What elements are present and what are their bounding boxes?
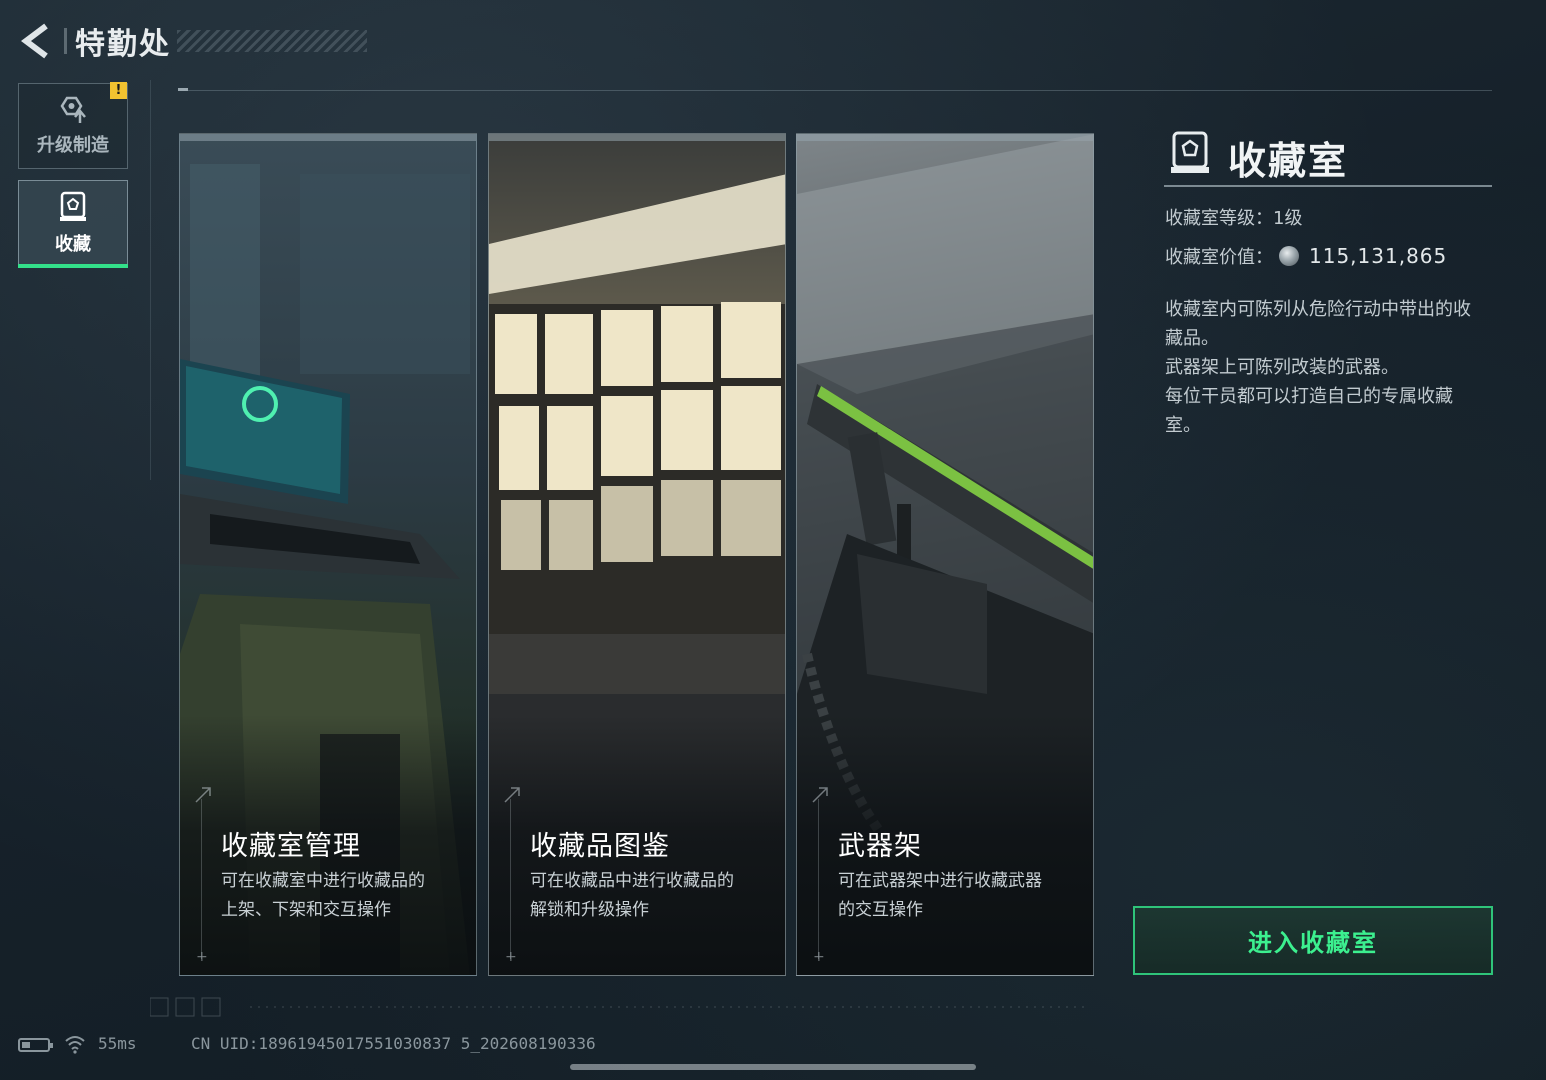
bottom-decoration [150,997,1090,1017]
card-collection-room-management[interactable]: 收藏室管理 可在收藏室中进行收藏品的 上架、下架和交互操作 + [179,133,477,976]
home-indicator[interactable] [570,1064,976,1070]
battery-level [22,1042,30,1048]
card-accent-line [510,799,511,959]
back-arrow-icon[interactable] [18,21,52,61]
sidebar-selected-indicator [18,264,128,268]
plus-icon: + [505,949,517,965]
ping-readout: 55ms [98,1034,137,1053]
header: 特勤处 [18,18,367,64]
expand-corner-icon [812,787,828,803]
enter-collection-room-button[interactable]: 进入收藏室 [1133,906,1493,975]
battery-icon [18,1038,53,1052]
card-accent-line [818,799,819,959]
currency-coin-icon [1279,246,1299,266]
wifi-icon [65,1036,85,1054]
plus-icon: + [196,949,208,965]
alert-badge: ! [110,82,127,99]
collection-level: 收藏室等级：1级 [1165,208,1303,229]
collection-value-row: 收藏室价值： 115,131,865 [1165,243,1447,269]
header-separator [64,28,67,54]
collection-room-icon [1171,131,1209,173]
card-description: 可在收藏品中进行收藏品的 解锁和升级操作 [530,871,734,920]
top-divider [178,90,1492,91]
card-title: 武器架 [838,831,922,862]
panel-title: 收藏室 [1228,139,1349,183]
plus-icon: + [813,949,825,965]
card-accent-line [201,799,202,959]
description-line: 收藏室内可陈列从危险行动中带出的收藏品。 [1165,299,1471,349]
description-line: 武器架上可陈列改装的武器。 [1165,357,1399,378]
expand-corner-icon [195,787,211,803]
collection-room-icon [60,191,86,221]
uid-readout: CN UID:18961945017551030837 5_2026081903… [191,1034,596,1053]
card-title: 收藏室管理 [221,831,361,862]
upgrade-craft-icon [60,96,86,123]
sidebar-item-label: 升级制造 [37,135,109,156]
collection-value: 115,131,865 [1309,244,1448,268]
card-title: 收藏品图鉴 [530,831,670,862]
sidebar-item-label: 收藏 [55,234,91,255]
card-collectible-catalog[interactable]: 收藏品图鉴 可在收藏品中进行收藏品的 解锁和升级操作 + [488,133,786,976]
card-description: 可在武器架中进行收藏武器 的交互操作 [838,871,1042,920]
card-weapon-rack[interactable]: 武器架 可在武器架中进行收藏武器 的交互操作 + [796,133,1094,976]
header-hatch-decoration [177,30,367,52]
panel-description: 收藏室内可陈列从危险行动中带出的收藏品。 武器架上可陈列改装的武器。 每位干员都… [1165,295,1485,440]
sidebar-item-collection[interactable]: 收藏 [18,180,128,266]
description-line: 每位干员都可以打造自己的专属收藏室。 [1165,386,1453,436]
panel-divider [1164,185,1492,187]
card-description: 可在收藏室中进行收藏品的 上架、下架和交互操作 [221,871,425,920]
expand-corner-icon [504,787,520,803]
top-divider-mark [178,88,188,91]
left-divider [150,80,151,480]
collection-value-label: 收藏室价值： [1165,247,1273,268]
enter-button-label: 进入收藏室 [1248,929,1378,957]
page-title: 特勤处 [75,27,171,62]
